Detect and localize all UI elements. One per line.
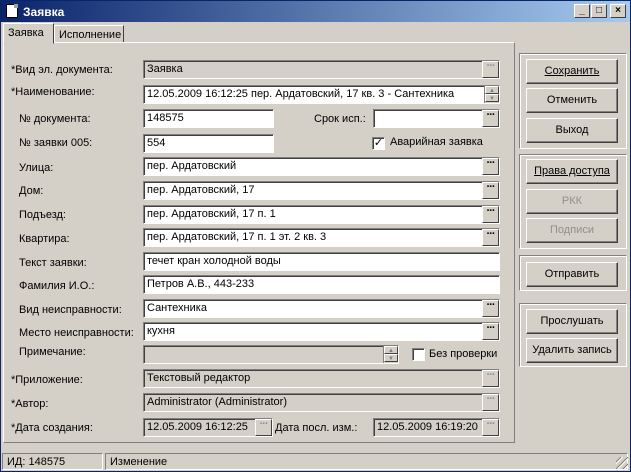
- fio-label: Фамилия И.О.:: [19, 280, 95, 292]
- apartment-field[interactable]: пер. Ардатовский, 17 п. 1 эт. 2 кв. 3: [143, 228, 500, 247]
- emergency-checkbox[interactable]: ✓: [372, 137, 385, 150]
- no-check-label: Без проверки: [429, 348, 498, 360]
- listen-button[interactable]: Прослушать: [526, 309, 618, 334]
- request-number-label: № заявки 005:: [19, 137, 93, 149]
- minimize-button[interactable]: _: [574, 4, 590, 18]
- tab-bar: Заявка Исполнение: [1, 23, 630, 44]
- fault-place-label: Место неисправности:: [19, 327, 134, 339]
- window-title: Заявка: [23, 5, 65, 19]
- close-button[interactable]: ×: [610, 4, 626, 18]
- entrance-browse-button[interactable]: ···: [482, 206, 499, 223]
- no-check-checkbox[interactable]: [412, 348, 425, 361]
- scroll-down-icon[interactable]: ▼: [485, 94, 499, 102]
- emergency-label: Аварийная заявка: [390, 136, 483, 148]
- name-label: *Наименование:: [11, 86, 95, 98]
- author-field[interactable]: Administrator (Administrator): [143, 393, 500, 412]
- send-button[interactable]: Отправить: [526, 262, 618, 287]
- house-browse-button[interactable]: ···: [482, 182, 499, 199]
- author-label: *Автор:: [11, 398, 49, 410]
- fault-kind-field[interactable]: Сантехника: [143, 299, 500, 318]
- fio-field[interactable]: Петров А.В., 443-233: [143, 275, 500, 294]
- apartment-browse-button[interactable]: ···: [482, 229, 499, 246]
- house-label: Дом:: [19, 185, 44, 197]
- attachment-field[interactable]: Текстовый редактор: [143, 369, 500, 388]
- exit-button[interactable]: Выход: [526, 118, 618, 143]
- doc-kind-browse-button[interactable]: ···: [482, 61, 499, 78]
- created-field[interactable]: 12.05.2009 16:12:25: [143, 418, 273, 437]
- scroll-up-icon[interactable]: ▲: [384, 346, 398, 354]
- fault-kind-label: Вид неисправности:: [19, 304, 122, 316]
- status-id: ИД: 148575: [2, 453, 103, 470]
- note-label: Примечание:: [19, 346, 86, 358]
- apartment-label: Квартира:: [19, 233, 70, 245]
- resize-grip-icon[interactable]: [616, 457, 628, 469]
- status-state: Изменение: [105, 453, 628, 470]
- name-field[interactable]: 12.05.2009 16:12:25 пер. Ардатовский, 17…: [143, 85, 500, 104]
- doc-number-label: № документа:: [19, 113, 91, 125]
- signatures-button[interactable]: Подписи: [526, 218, 618, 243]
- modified-calendar-button[interactable]: ···: [482, 419, 499, 436]
- note-scroll[interactable]: ▲ ▼: [383, 346, 398, 363]
- title-bar[interactable]: Заявка _ □ ×: [1, 1, 630, 22]
- modified-field[interactable]: 12.05.2009 16:19:20: [373, 418, 500, 437]
- note-field[interactable]: [143, 345, 399, 364]
- deadline-label: Срок исп.:: [314, 113, 366, 125]
- author-browse-button[interactable]: ···: [482, 394, 499, 411]
- save-button[interactable]: Сохранить: [526, 59, 618, 84]
- tab-request[interactable]: Заявка: [3, 23, 54, 44]
- street-browse-button[interactable]: ···: [482, 158, 499, 175]
- tab-execution[interactable]: Исполнение: [54, 25, 124, 43]
- street-field[interactable]: пер. Ардатовский: [143, 157, 500, 176]
- deadline-field[interactable]: [373, 109, 500, 128]
- created-label: *Дата создания:: [11, 422, 93, 434]
- attachment-browse-button[interactable]: ···: [482, 370, 499, 387]
- access-rights-label: Права доступа: [534, 165, 610, 177]
- document-icon: [6, 4, 18, 18]
- access-rights-button[interactable]: Права доступа: [526, 159, 618, 184]
- doc-kind-field[interactable]: Заявка: [143, 60, 500, 79]
- rkk-button[interactable]: РКК: [526, 189, 618, 214]
- fault-place-field[interactable]: кухня: [143, 322, 500, 341]
- fault-kind-browse-button[interactable]: ···: [482, 300, 499, 317]
- street-label: Улица:: [19, 162, 54, 174]
- cancel-button[interactable]: Отменить: [526, 88, 618, 113]
- entrance-field[interactable]: пер. Ардатовский, 17 п. 1: [143, 205, 500, 224]
- attachment-label: *Приложение:: [11, 374, 83, 386]
- modified-label: Дата посл. изм.:: [275, 422, 358, 434]
- name-scroll[interactable]: ▲ ▼: [484, 86, 499, 103]
- status-bar: ИД: 148575 Изменение: [1, 452, 630, 471]
- save-button-label: Сохранить: [544, 65, 600, 77]
- request-number-field[interactable]: 554: [143, 134, 274, 153]
- app-window: Заявка _ □ × Заявка Исполнение *Вид эл. …: [0, 0, 631, 472]
- deadline-calendar-button[interactable]: ···: [482, 110, 499, 127]
- scroll-down-icon[interactable]: ▼: [384, 354, 398, 362]
- house-field[interactable]: пер. Ардатовский, 17: [143, 181, 500, 200]
- request-text-label: Текст заявки:: [19, 257, 87, 269]
- doc-number-field[interactable]: 148575: [143, 109, 274, 128]
- delete-record-button[interactable]: Удалить запись: [526, 338, 618, 363]
- created-calendar-button[interactable]: ···: [255, 419, 272, 436]
- entrance-label: Подъезд:: [19, 209, 66, 221]
- scroll-up-icon[interactable]: ▲: [485, 86, 499, 94]
- maximize-button[interactable]: □: [591, 4, 607, 18]
- fault-place-browse-button[interactable]: ···: [482, 323, 499, 340]
- doc-kind-label: *Вид эл. документа:: [11, 64, 113, 76]
- request-text-field[interactable]: течет кран холодной воды: [143, 252, 500, 271]
